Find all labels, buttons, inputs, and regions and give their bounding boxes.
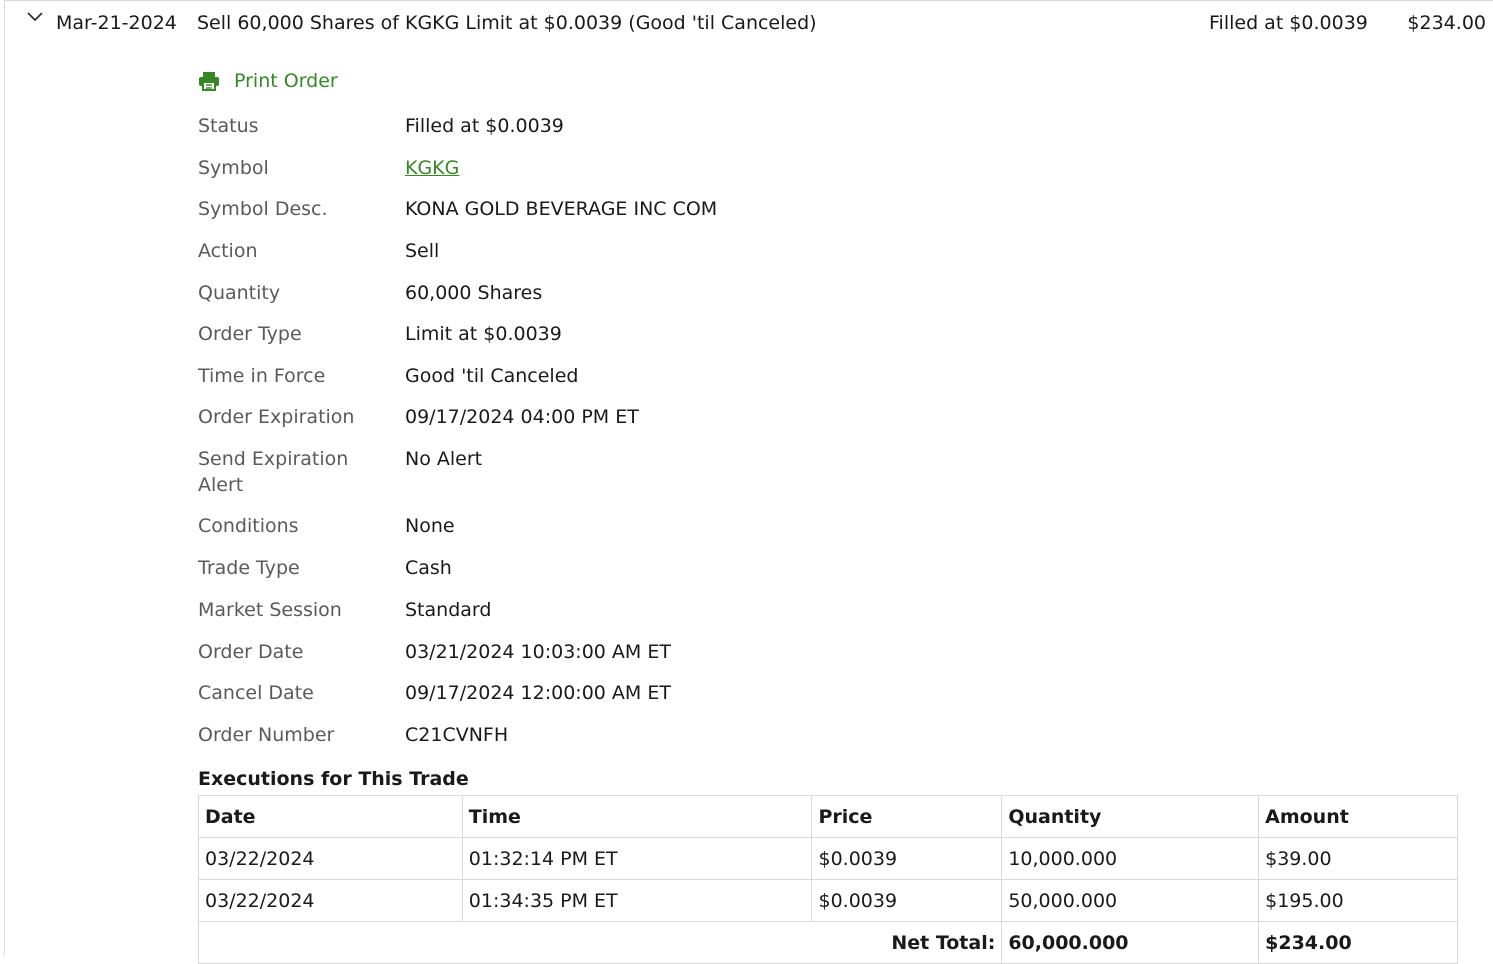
detail-label: Symbol <box>198 157 269 179</box>
detail-value: Good 'til Canceled <box>405 365 579 387</box>
detail-row-action: Action Sell <box>198 238 717 280</box>
table-row: 03/22/2024 01:34:35 PM ET $0.0039 50,000… <box>198 879 1458 922</box>
cell-date: 03/22/2024 <box>198 837 463 880</box>
column-header-price: Price <box>811 795 1003 838</box>
detail-row-order-date: Order Date 03/21/2024 10:03:00 AM ET <box>198 639 717 680</box>
order-history-panel: Mar-21-2024 Sell 60,000 Shares of KGKG L… <box>4 0 1493 964</box>
print-order-label[interactable]: Print Order <box>234 70 338 92</box>
detail-row-symbol-desc: Symbol Desc. KONA GOLD BEVERAGE INC COM <box>198 196 717 238</box>
printer-icon <box>199 72 219 91</box>
detail-value: Limit at $0.0039 <box>405 323 562 345</box>
detail-row-order-expiration: Order Expiration 09/17/2024 04:00 PM ET <box>198 404 717 446</box>
detail-value: 03/21/2024 10:03:00 AM ET <box>405 641 671 663</box>
detail-row-order-type: Order Type Limit at $0.0039 <box>198 321 717 363</box>
detail-row-status: Status Filled at $0.0039 <box>198 113 717 155</box>
detail-label: Quantity <box>198 282 281 304</box>
detail-label: Send Expiration Alert <box>198 448 349 496</box>
detail-row-trade-type: Trade Type Cash <box>198 555 717 597</box>
executions-title: Executions for This Trade <box>198 768 469 790</box>
chevron-down-icon[interactable] <box>25 9 45 25</box>
order-status: Filled at $0.0039 <box>1209 12 1368 34</box>
detail-value: Filled at $0.0039 <box>405 115 564 137</box>
detail-row-cancel-date: Cancel Date 09/17/2024 12:00:00 AM ET <box>198 680 717 722</box>
detail-value: KGKG <box>405 155 459 196</box>
cell-time: 01:34:35 PM ET <box>461 879 813 922</box>
cell-quantity: 10,000.000 <box>1001 837 1260 880</box>
detail-value: Cash <box>405 557 452 579</box>
column-header-amount: Amount <box>1258 795 1458 838</box>
detail-label: Order Number <box>198 724 335 746</box>
net-total-row: Net Total: 60,000.000 $234.00 <box>197 921 1458 964</box>
order-date: Mar-21-2024 <box>56 12 177 34</box>
detail-row-symbol: Symbol KGKG <box>198 155 717 196</box>
net-total-label: Net Total: <box>197 921 1003 964</box>
column-header-time: Time <box>461 795 813 838</box>
detail-row-quantity: Quantity 60,000 Shares <box>198 280 717 321</box>
table-row: 03/22/2024 01:32:14 PM ET $0.0039 10,000… <box>198 837 1458 880</box>
detail-label: Order Type <box>198 323 302 345</box>
cell-quantity: 50,000.000 <box>1001 879 1260 922</box>
cell-amount: $39.00 <box>1258 837 1458 880</box>
detail-value: 09/17/2024 12:00:00 AM ET <box>405 682 671 704</box>
detail-label: Trade Type <box>198 557 300 579</box>
net-total-amount: $234.00 <box>1258 921 1458 964</box>
order-amount: $234.00 <box>1407 12 1486 34</box>
detail-label: Conditions <box>198 515 299 537</box>
detail-label: Order Expiration <box>198 406 355 428</box>
order-description: Sell 60,000 Shares of KGKG Limit at $0.0… <box>197 12 817 34</box>
detail-label: Market Session <box>198 599 342 621</box>
table-header-row: Date Time Price Quantity Amount <box>198 795 1458 838</box>
detail-row-market-session: Market Session Standard <box>198 597 717 639</box>
cell-date: 03/22/2024 <box>198 879 463 922</box>
detail-row-order-number: Order Number C21CVNFH <box>198 722 717 752</box>
print-order-link[interactable]: Print Order <box>198 70 338 92</box>
detail-value: Standard <box>405 599 492 621</box>
detail-row-time-in-force: Time in Force Good 'til Canceled <box>198 363 717 404</box>
detail-value: 60,000 Shares <box>405 282 543 304</box>
detail-value: Sell <box>405 240 440 262</box>
cell-time: 01:32:14 PM ET <box>461 837 813 880</box>
detail-label: Symbol Desc. <box>198 198 328 220</box>
executions-table: Date Time Price Quantity Amount 03/22/20… <box>197 795 1458 964</box>
symbol-link[interactable]: KGKG <box>405 157 459 179</box>
detail-row-send-expiration-alert: Send Expiration Alert No Alert <box>198 446 717 513</box>
detail-row-conditions: Conditions None <box>198 513 717 555</box>
order-details: Status Filled at $0.0039 Symbol KGKG Sym… <box>198 113 717 752</box>
cell-amount: $195.00 <box>1258 879 1458 922</box>
detail-label: Time in Force <box>198 365 326 387</box>
detail-value: None <box>405 515 455 537</box>
detail-label: Action <box>198 240 258 262</box>
detail-value: C21CVNFH <box>405 724 509 746</box>
column-header-quantity: Quantity <box>1001 795 1260 838</box>
column-header-date: Date <box>198 795 463 838</box>
cell-price: $0.0039 <box>811 879 1003 922</box>
cell-price: $0.0039 <box>811 837 1003 880</box>
detail-value: KONA GOLD BEVERAGE INC COM <box>405 198 718 220</box>
detail-label: Status <box>198 115 259 137</box>
order-summary-row[interactable]: Mar-21-2024 Sell 60,000 Shares of KGKG L… <box>5 1 1493 45</box>
detail-value: 09/17/2024 04:00 PM ET <box>405 406 639 428</box>
detail-label: Cancel Date <box>198 682 314 704</box>
detail-value: No Alert <box>405 448 483 470</box>
detail-label: Order Date <box>198 641 304 663</box>
net-total-quantity: 60,000.000 <box>1001 921 1260 964</box>
